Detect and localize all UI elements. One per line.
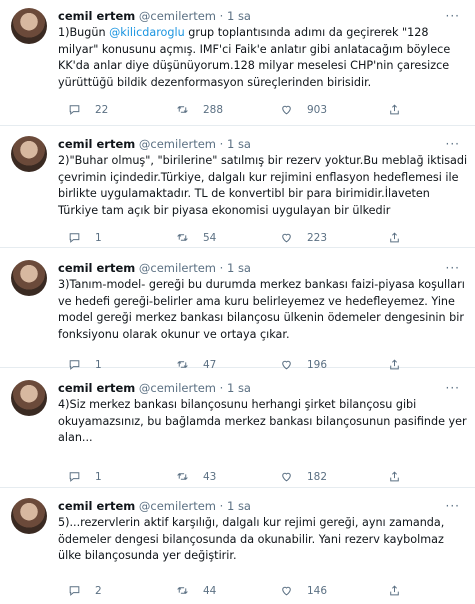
dot-separator: · — [219, 499, 224, 513]
dot-separator: · — [219, 381, 224, 395]
tweet-actions: 2 44 146 — [58, 584, 458, 598]
share-button[interactable] — [388, 470, 401, 483]
tweet[interactable]: cemil ertem @cemilertem · 1 sa ··· 4)Siz… — [0, 368, 475, 488]
dot-separator: · — [219, 9, 224, 23]
like-count: 146 — [307, 584, 328, 597]
tweet[interactable]: cemil ertem @cemilertem · 1 sa ··· 1)Bug… — [0, 0, 475, 126]
mention-link[interactable]: @kilicdaroglu — [109, 26, 185, 39]
handle[interactable]: @cemilertem — [139, 499, 216, 513]
avatar[interactable] — [11, 498, 47, 534]
retweet-button[interactable]: 44 — [176, 584, 216, 597]
more-icon[interactable]: ··· — [446, 8, 460, 24]
handle[interactable]: @cemilertem — [139, 137, 216, 151]
retweet-count: 54 — [203, 231, 217, 244]
avatar[interactable] — [11, 136, 47, 172]
tweet-text: 1)Bugün @kilicdaroglu grup toplantısında… — [58, 25, 468, 91]
tweet-text: 5)...rezervlerin aktif karşılığı, dalgal… — [58, 516, 445, 562]
more-icon[interactable]: ··· — [446, 260, 460, 276]
share-icon — [390, 585, 399, 596]
handle[interactable]: @cemilertem — [139, 9, 216, 23]
display-name[interactable]: cemil ertem — [58, 137, 135, 151]
like-button[interactable]: 146 — [280, 584, 327, 597]
more-icon[interactable]: ··· — [446, 380, 460, 396]
reply-count: 1 — [95, 231, 102, 244]
more-icon[interactable]: ··· — [446, 136, 460, 152]
retweet-icon — [177, 234, 188, 241]
reply-icon — [69, 472, 80, 482]
like-icon — [282, 472, 291, 482]
reply-button[interactable]: 1 — [68, 231, 102, 244]
tweet-text-part: 1)Bugün — [58, 26, 110, 39]
share-icon — [390, 104, 399, 115]
retweet-icon — [177, 473, 188, 480]
retweet-count: 43 — [203, 470, 217, 483]
like-button[interactable]: 903 — [280, 103, 327, 116]
tweet[interactable]: cemil ertem @cemilertem · 1 sa ··· 5)...… — [0, 488, 475, 604]
tweet-text: 3)Tanım-model- gereği bu durumda merkez … — [58, 278, 465, 341]
share-button[interactable] — [388, 231, 401, 244]
like-count: 182 — [307, 470, 328, 483]
share-button[interactable] — [388, 103, 401, 116]
display-name[interactable]: cemil ertem — [58, 261, 135, 275]
timestamp[interactable]: 1 sa — [227, 381, 251, 395]
display-name[interactable]: cemil ertem — [58, 499, 135, 513]
reply-count: 1 — [95, 470, 102, 483]
dot-separator: · — [219, 137, 224, 151]
like-button[interactable]: 182 — [280, 470, 327, 483]
reply-icon — [69, 586, 80, 596]
like-count: 223 — [307, 231, 328, 244]
tweet-text: 4)Siz merkez bankası bilançosunu herhang… — [58, 398, 467, 444]
retweet-icon — [177, 587, 188, 594]
display-name[interactable]: cemil ertem — [58, 9, 135, 23]
like-count: 903 — [307, 103, 328, 116]
dot-separator: · — [219, 261, 224, 275]
avatar[interactable] — [11, 8, 47, 44]
reply-count: 2 — [95, 584, 102, 597]
like-icon — [282, 233, 291, 243]
tweet[interactable]: cemil ertem @cemilertem · 1 sa ··· 3)Tan… — [0, 248, 475, 371]
retweet-button[interactable]: 43 — [176, 470, 216, 483]
retweet-count: 44 — [203, 584, 217, 597]
like-icon — [282, 586, 291, 596]
tweet-actions: 1 43 182 — [58, 470, 458, 484]
retweet-count: 288 — [203, 103, 224, 116]
timestamp[interactable]: 1 sa — [227, 9, 251, 23]
reply-button[interactable]: 22 — [68, 103, 108, 116]
tweet-text: 2)"Buhar olmuş", "birilerine" satılmış b… — [58, 154, 468, 217]
reply-count: 22 — [95, 103, 109, 116]
timestamp[interactable]: 1 sa — [227, 261, 251, 275]
avatar[interactable] — [11, 260, 47, 296]
reply-button[interactable]: 2 — [68, 584, 102, 597]
reply-icon — [69, 105, 80, 115]
handle[interactable]: @cemilertem — [139, 261, 216, 275]
tweet-actions: 22 288 903 — [58, 103, 458, 117]
display-name[interactable]: cemil ertem — [58, 381, 135, 395]
reply-icon — [69, 233, 80, 243]
tweet-actions: 1 54 223 — [58, 231, 458, 245]
like-icon — [282, 105, 291, 115]
retweet-button[interactable]: 288 — [176, 103, 223, 116]
share-button[interactable] — [388, 584, 401, 597]
retweet-icon — [177, 106, 188, 113]
avatar[interactable] — [11, 380, 47, 416]
timestamp[interactable]: 1 sa — [227, 499, 251, 513]
more-icon[interactable]: ··· — [446, 498, 460, 514]
tweet[interactable]: cemil ertem @cemilertem · 1 sa ··· 2)"Bu… — [0, 126, 475, 248]
share-icon — [390, 471, 399, 482]
retweet-button[interactable]: 54 — [176, 231, 216, 244]
share-icon — [390, 232, 399, 243]
like-button[interactable]: 223 — [280, 231, 327, 244]
timestamp[interactable]: 1 sa — [227, 137, 251, 151]
reply-button[interactable]: 1 — [68, 470, 102, 483]
handle[interactable]: @cemilertem — [139, 381, 216, 395]
